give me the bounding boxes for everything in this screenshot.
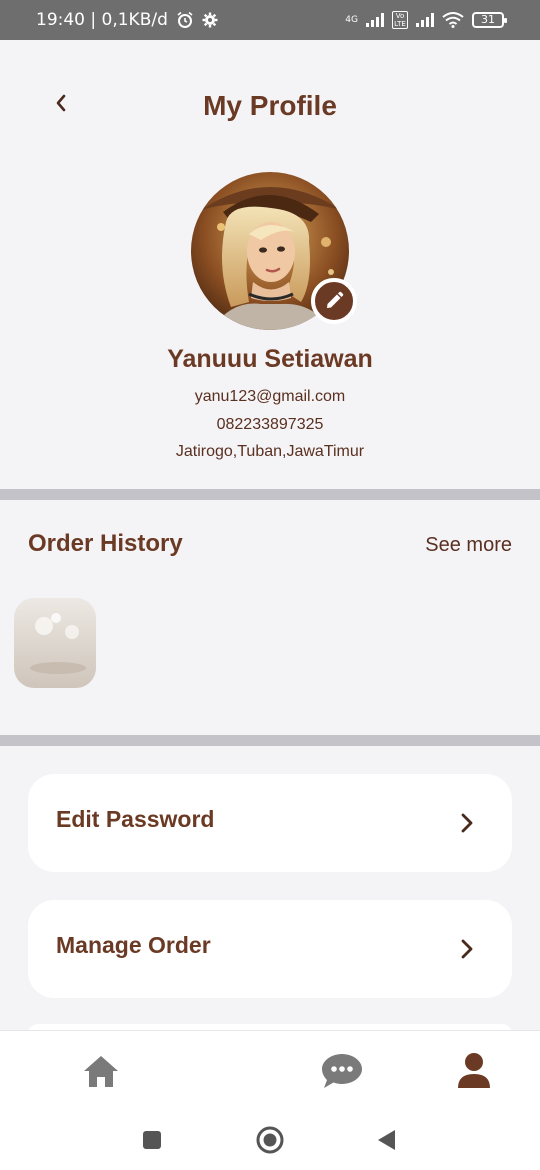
status-right: 4G Vo LTE 31 [345,11,507,29]
back-system-button[interactable] [370,1124,402,1156]
settings-gear-icon [202,12,218,28]
edit-password-label: Edit Password [56,806,215,832]
nav-chat[interactable] [318,1049,366,1093]
network-type-label: 4G [345,15,358,25]
section-divider [0,489,540,500]
profile-icon [458,1053,490,1088]
system-nav-bar [0,1110,540,1170]
order-history-title: Order History [28,530,183,557]
user-name: Yanuuu Setiawan [167,345,373,373]
signal-icon-2 [416,13,434,27]
see-more-link[interactable]: See more [425,534,512,557]
pencil-icon [327,291,344,308]
order-history-item[interactable] [14,598,96,688]
edit-avatar-button[interactable] [311,278,357,324]
status-time-speed: 19:40 | 0,1KB/d [36,10,168,30]
chat-icon [322,1054,362,1088]
volte-badge: Vo LTE [392,11,408,29]
manage-order-button[interactable]: Manage Order [28,900,512,998]
user-phone: 082233897325 [216,416,324,433]
signal-icon [366,13,384,27]
recent-apps-button[interactable] [136,1124,168,1156]
user-email: yanu123@gmail.com [194,388,346,405]
page-title: My Profile [203,90,337,121]
home-system-button[interactable] [254,1124,286,1156]
home-icon [84,1056,118,1087]
section-divider-2 [0,735,540,746]
edit-password-button[interactable]: Edit Password [28,774,512,872]
manage-order-label: Manage Order [56,932,211,958]
status-bar: 19:40 | 0,1KB/d 4G Vo LTE 31 [0,0,540,40]
triangle-back-icon [378,1130,395,1150]
chevron-right-icon [461,939,473,959]
order-item-image [14,598,96,688]
header: My Profile [0,80,540,134]
circle-home-icon [256,1126,284,1154]
nav-home[interactable] [77,1049,125,1093]
avatar-container [191,172,357,330]
nav-profile[interactable] [450,1049,498,1093]
battery-indicator: 31 [472,12,507,28]
alarm-icon [177,11,193,28]
chevron-right-icon [461,813,473,833]
square-icon [143,1131,161,1149]
bottom-nav [0,1030,540,1110]
user-address: Jatirogo,Tuban,JawaTimur [175,443,365,460]
status-left: 19:40 | 0,1KB/d [36,10,218,30]
wifi-icon [442,12,464,28]
